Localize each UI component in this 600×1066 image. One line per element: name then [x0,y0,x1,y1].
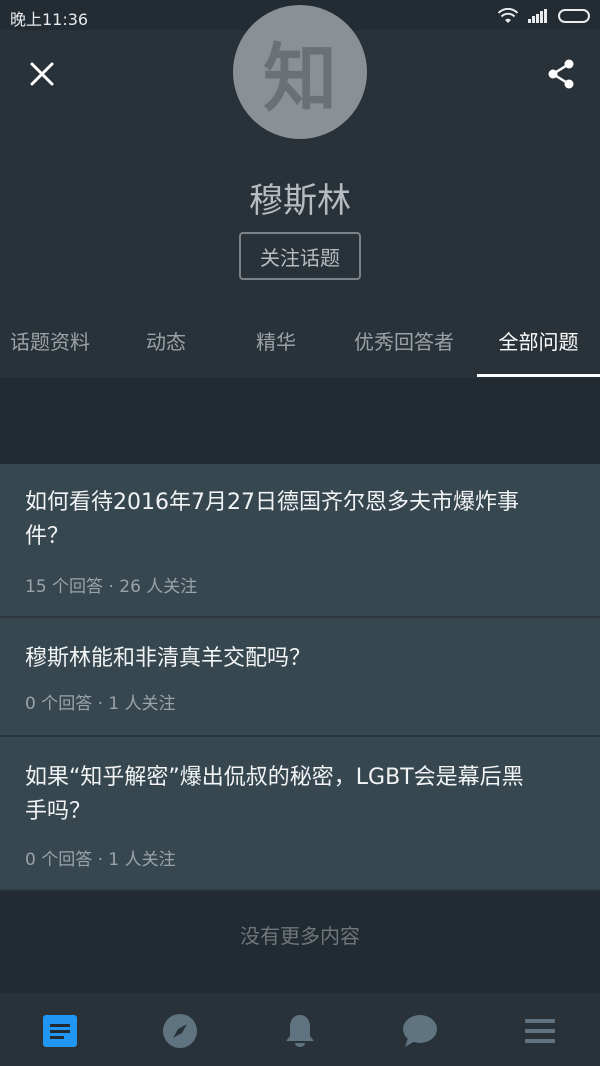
close-button[interactable] [18,50,66,98]
question-item[interactable]: 穆斯林能和非清真羊交配吗？ 0 个回答 · 1 人关注 [0,618,600,737]
share-button[interactable] [537,50,585,98]
tab-all-questions[interactable]: 全部问题 [477,318,600,378]
wifi-icon [498,8,518,23]
question-title: 如何看待2016年7月27日德国齐尔恩多夫市爆炸事 件？ [25,490,519,549]
topic-title: 穆斯林 [249,181,351,221]
topic-header: 知 穆斯林 关注话题 话题资料 动态 精华 优秀回答者 全部问题 [0,5,600,378]
notification-bell-icon [286,1015,314,1047]
tab-top-answerers[interactable]: 优秀回答者 [339,318,469,378]
nav-explore[interactable] [160,1011,200,1051]
message-chat-icon [403,1015,437,1047]
nav-notifications[interactable] [280,1011,320,1051]
screen: 晚上11:36 知 穆斯林 关注话题 话题资料 动态 精华 优秀回答者 全部问题… [0,0,600,1066]
question-title: 穆斯林能和非清真羊交配吗？ [25,646,312,671]
question-list: 如何看待2016年7月27日德国齐尔恩多夫市爆炸事 件？ 15 个回答 · 26… [0,464,600,891]
menu-icon [525,1019,555,1043]
status-time: 晚上11:36 [10,10,89,29]
nav-menu[interactable] [520,1011,560,1051]
follow-topic-button[interactable]: 关注话题 [239,232,361,280]
close-icon [30,62,54,86]
feed-icon [43,1015,77,1047]
signal-icon [528,9,547,23]
question-meta: 0 个回答 · 1 人关注 [25,694,176,714]
question-title: 如果“知乎解密”爆出侃叔的秘密，LGBT会是幕后黑 手吗？ [25,765,524,824]
topic-tabs: 话题资料 动态 精华 优秀回答者 全部问题 [0,318,600,378]
no-more-content: 没有更多内容 [240,924,360,948]
active-tab-indicator [477,374,600,377]
tab-featured[interactable]: 精华 [226,318,326,378]
nav-feed[interactable] [40,1011,80,1051]
question-item[interactable]: 如果“知乎解密”爆出侃叔的秘密，LGBT会是幕后黑 手吗？ 0 个回答 · 1 … [0,737,600,891]
question-item[interactable]: 如何看待2016年7月27日德国齐尔恩多夫市爆炸事 件？ 15 个回答 · 26… [0,464,600,618]
tab-activity[interactable]: 动态 [116,318,216,378]
question-meta: 0 个回答 · 1 人关注 [25,850,176,870]
bottom-nav [0,993,600,1066]
explore-compass-icon [163,1014,197,1048]
nav-messages[interactable] [400,1011,440,1051]
tab-topic-info[interactable]: 话题资料 [0,318,100,378]
topic-avatar: 知 [233,5,367,139]
battery-icon [558,9,590,23]
share-icon [548,59,574,89]
question-meta: 15 个回答 · 26 人关注 [25,577,198,597]
status-icons [498,6,590,26]
